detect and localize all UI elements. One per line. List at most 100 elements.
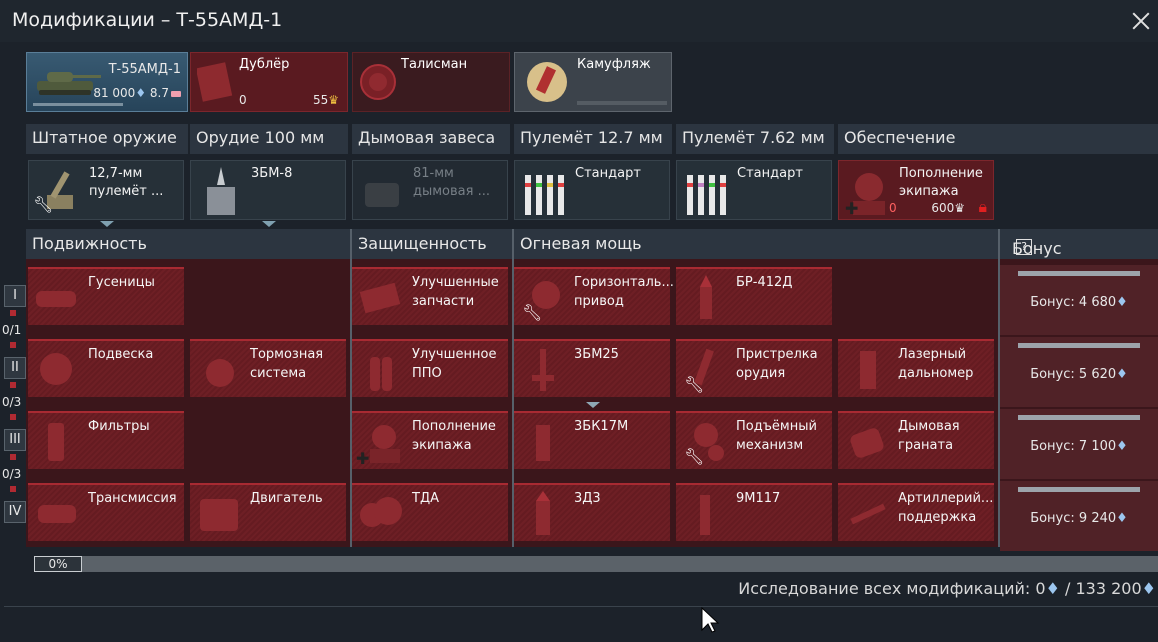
mod-smoke-label2: граната [898, 438, 954, 453]
mod-brakes-label2: система [250, 366, 307, 381]
mod-brakes[interactable]: Тормозная система [190, 339, 346, 397]
mod-3d3[interactable]: 3Д3 [514, 483, 670, 541]
weapon-hmg-label: 12,7-мм [89, 166, 143, 181]
support-label: Пополнение [899, 166, 983, 181]
tank-icon [37, 72, 101, 95]
grenade-icon [850, 428, 884, 458]
mod-fire-protection[interactable]: Улучшенное ППО [352, 339, 508, 397]
mod-horizontal-drive[interactable]: 🔧︎ Горизонталь... привод [514, 267, 674, 325]
mod-artillery[interactable]: Артиллерий... поддержка [838, 483, 994, 541]
gem-icon: ♦ [135, 86, 147, 100]
mod-crew-label: Пополнение [412, 419, 496, 434]
bonus-value: Бонус: 5 620 [1030, 367, 1117, 382]
mod-9m117-label: 9М117 [736, 491, 781, 506]
mod-tracks[interactable]: Гусеницы [28, 267, 184, 325]
mod-parts-label: Улучшенные [412, 275, 499, 290]
bonus-progress [1018, 487, 1140, 492]
artillery-icon [850, 503, 886, 525]
mod-fire-protection-label2: ППО [412, 366, 442, 381]
mod-laser-label: Лазерный [898, 347, 967, 362]
mod-horizontal-drive-label2: привод [574, 294, 624, 309]
mod-laser-rangefinder[interactable]: Лазерный дальномер [838, 339, 994, 397]
shell-icon [536, 425, 550, 461]
mod-engine[interactable]: Двигатель [190, 483, 346, 541]
camouflage-card[interactable]: Камуфляж [514, 52, 672, 112]
bonus-progress [1018, 271, 1140, 276]
mod-elevation[interactable]: 🔧︎ Подъёмный механизм [676, 411, 832, 469]
vehicle-card[interactable]: Т-55АМД-1 81 000♦ 8.7 [26, 52, 188, 112]
mod-transmission[interactable]: Трансмиссия [28, 483, 184, 541]
header-support-label: Обеспечение [844, 128, 956, 147]
mod-parts-label2: запчасти [412, 294, 475, 309]
support-cost-value: 600 [931, 201, 955, 215]
mod-suspension[interactable]: Подвеска [28, 339, 184, 397]
bullets-icon [687, 175, 726, 215]
header-gun-label: Орудие 100 мм [196, 128, 325, 147]
mod-filters[interactable]: Фильтры [28, 411, 184, 469]
header-standard-weapon-label: Штатное оружие [32, 128, 177, 147]
tier-marker-2: II [4, 357, 26, 379]
suspension-icon [40, 353, 72, 385]
mod-tda[interactable]: ТДА [352, 483, 508, 541]
tier-dot [10, 310, 16, 316]
mod-gun-adjust[interactable]: 🔧︎ Пристрелка орудия [676, 339, 832, 397]
mod-artillery-label2: поддержка [898, 510, 977, 525]
filter-icon [48, 423, 64, 461]
chevron-down-icon [262, 221, 276, 227]
plus-icon: ✚ [845, 199, 859, 218]
mod-br412d[interactable]: БР-412Д [676, 267, 832, 325]
header-standard-weapon: Штатное оружие [26, 124, 188, 154]
mod-smoke-label: Дымовая [898, 419, 960, 434]
weapon-mg762-ammo[interactable]: Стандарт [676, 160, 832, 220]
mascot-card[interactable]: Талисман [352, 52, 510, 112]
tier-dot [10, 454, 16, 460]
transmission-icon [38, 505, 76, 523]
support-label2: экипажа [899, 184, 959, 199]
weapon-hmg[interactable]: 🔧︎ 12,7-мм пулемёт ... [28, 160, 184, 220]
footer-divider [4, 606, 1158, 607]
section-protection: Защищенность [352, 229, 512, 259]
weapon-3bm8[interactable]: 3БМ-8 [190, 160, 346, 220]
smoke-shell-icon [536, 491, 550, 535]
camouflage-icon [527, 62, 567, 102]
mod-9m117[interactable]: 9М117 [676, 483, 832, 541]
shell-icon [207, 167, 235, 215]
tier-bonus-2: Бонус: 5 620♦ [1000, 337, 1158, 407]
help-icon[interactable]: ? [1016, 239, 1032, 255]
crew-backup-cost: 55♛ [313, 93, 339, 107]
mod-smoke-grenade[interactable]: Дымовая граната [838, 411, 994, 469]
section-protection-label: Защищенность [358, 234, 487, 253]
support-crew-replenish[interactable]: ✚ Пополнение экипажа 0 600♛ 🔒︎ [838, 160, 994, 220]
close-icon[interactable] [1124, 4, 1158, 38]
mod-horizontal-drive-label: Горизонталь... [574, 275, 674, 290]
vehicle-br: 8.7 [149, 86, 169, 100]
weapon-mg127-ammo[interactable]: Стандарт [514, 160, 670, 220]
mod-3bm25[interactable]: 3БМ25 [514, 339, 670, 397]
mod-parts[interactable]: Улучшенные запчасти [352, 267, 508, 325]
header-mg-127-label: Пулемёт 12.7 мм [520, 128, 663, 147]
tier-marker-1: I [4, 285, 26, 307]
tier-dot [10, 382, 16, 388]
research-total: Исследование всех модификаций: 0♦ / 133 … [738, 579, 1156, 598]
rangefinder-icon [860, 351, 876, 389]
mod-crew-replenish[interactable]: ✚ Пополнение экипажа [352, 411, 508, 469]
shell-icon [532, 349, 554, 391]
section-bonus: Бонус ступени? [1000, 229, 1158, 277]
bonus-value: Бонус: 9 240 [1030, 511, 1117, 526]
missile-icon [700, 495, 710, 535]
camouflage-label: Камуфляж [577, 57, 651, 72]
window-title: Модификации – Т-55АМД-1 [12, 9, 283, 31]
crew-backup-icon [197, 62, 233, 102]
crew-backup-card[interactable]: Дублёр 0 55♛ [190, 52, 348, 112]
weapon-smoke-mortar[interactable]: 81-мм дымовая ... [352, 160, 508, 220]
tier-dot [10, 414, 16, 420]
research-progress-bar [34, 556, 1158, 572]
mod-3bk17m[interactable]: 3БК17М [514, 411, 670, 469]
smoke-launcher-icon [365, 183, 399, 207]
vehicle-progress [33, 103, 123, 106]
mod-laser-label2: дальномер [898, 366, 974, 381]
crew-backup-label: Дублёр [239, 57, 290, 72]
gem-icon: ♦ [1141, 579, 1156, 598]
chevron-down-icon [100, 221, 114, 227]
weapon-hmg-label2: пулемёт ... [89, 184, 164, 199]
